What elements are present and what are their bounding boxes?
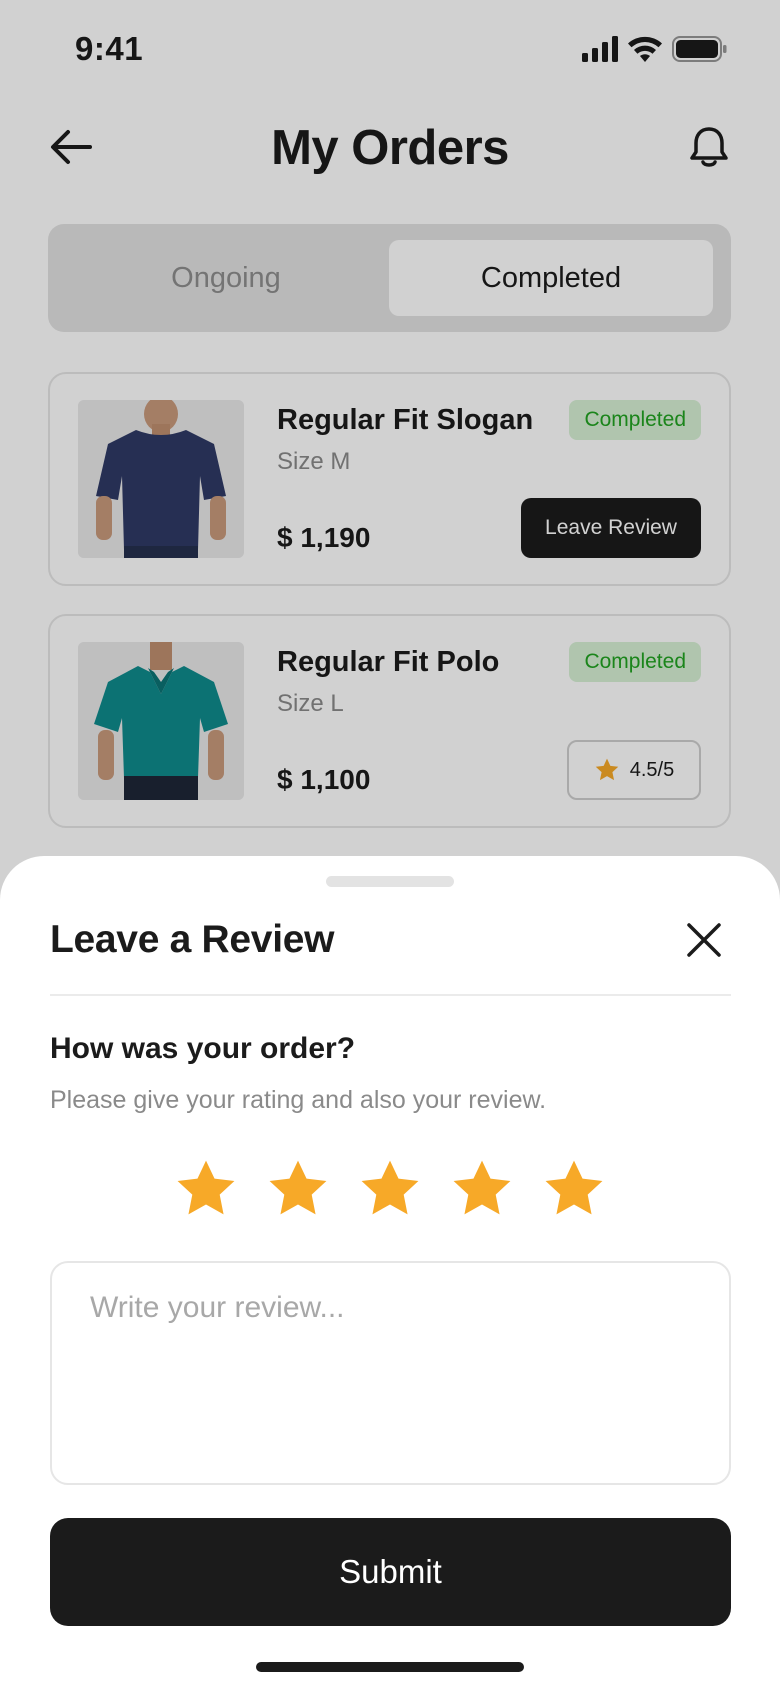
- sheet-grabber[interactable]: [326, 876, 454, 887]
- home-indicator: [256, 1662, 524, 1672]
- review-field: [50, 1261, 731, 1485]
- review-question: How was your order?: [50, 1032, 356, 1065]
- sheet-title: Leave a Review: [50, 918, 335, 961]
- close-icon: [687, 923, 721, 957]
- star-1-icon[interactable]: [175, 1158, 237, 1220]
- star-rating: [0, 1158, 780, 1220]
- screen: 9:41 My Orders Ongoing Completed Regular…: [0, 0, 780, 1688]
- star-2-icon[interactable]: [267, 1158, 329, 1220]
- review-bottom-sheet: Leave a Review How was your order? Pleas…: [0, 856, 780, 1688]
- star-3-icon[interactable]: [359, 1158, 421, 1220]
- submit-button[interactable]: Submit: [50, 1518, 731, 1626]
- close-button[interactable]: [684, 920, 724, 960]
- review-subtitle: Please give your rating and also your re…: [50, 1086, 547, 1114]
- divider: [50, 994, 731, 996]
- star-4-icon[interactable]: [451, 1158, 513, 1220]
- review-input[interactable]: [52, 1263, 729, 1483]
- star-5-icon[interactable]: [543, 1158, 605, 1220]
